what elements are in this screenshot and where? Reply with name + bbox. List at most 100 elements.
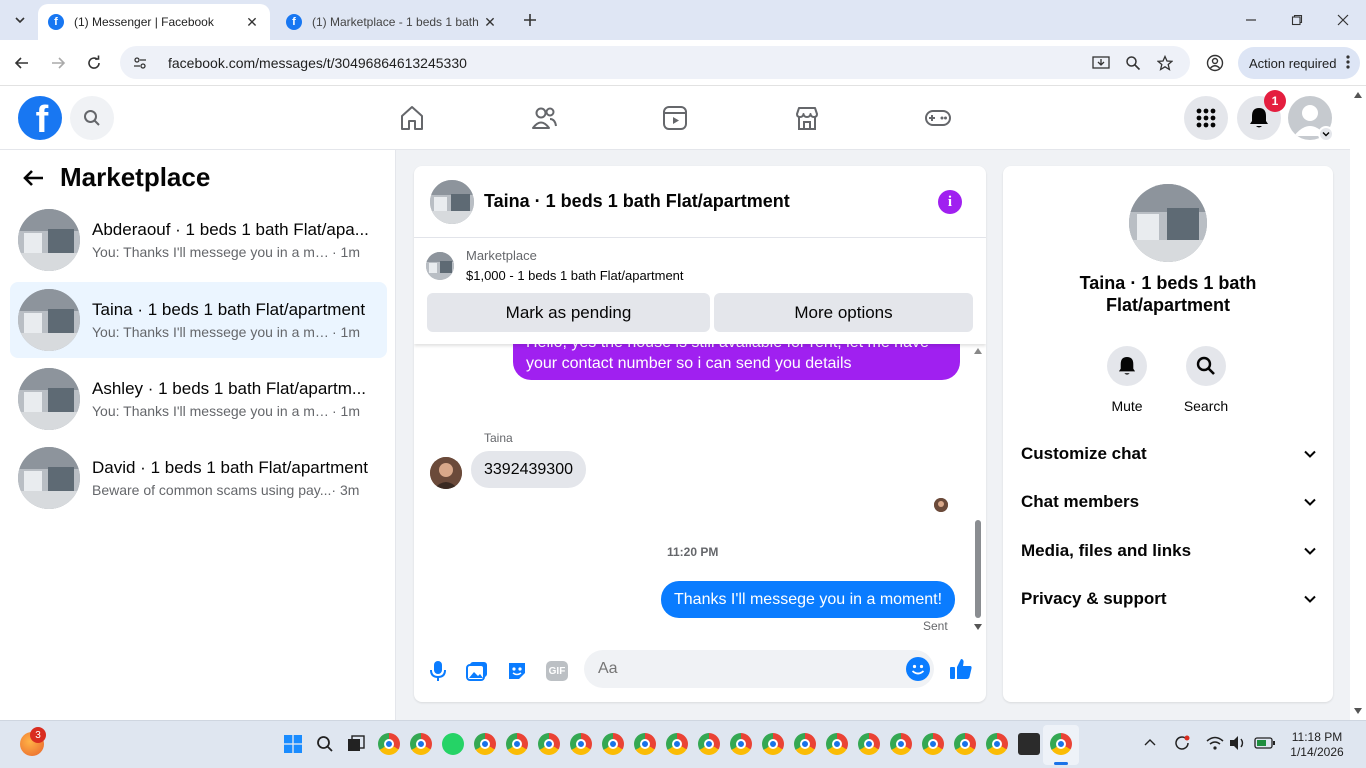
chrome-taskbar-icon[interactable]: [794, 733, 816, 755]
page-scrollbar[interactable]: [1350, 86, 1366, 720]
marketplace-icon[interactable]: [791, 102, 823, 134]
conversation-item[interactable]: David · 1 beds 1 bath Flat/apartment Bew…: [10, 440, 387, 516]
privacy-support-section[interactable]: Privacy & support: [1021, 584, 1317, 614]
tab-messenger[interactable]: f (1) Messenger | Facebook ✕: [38, 4, 270, 40]
sender-avatar[interactable]: [430, 457, 462, 489]
message-input[interactable]: [584, 650, 934, 688]
back-arrow-icon[interactable]: [22, 166, 46, 190]
conversation-name: Abderaouf · 1 beds 1 bath Flat/apa...: [92, 220, 369, 239]
tray-chevron-up-icon[interactable]: [1143, 736, 1157, 750]
chrome-taskbar-icon[interactable]: [410, 733, 432, 755]
task-view-icon[interactable]: [347, 735, 365, 753]
more-vertical-icon[interactable]: [1346, 54, 1350, 70]
media-files-links-section[interactable]: Media, files and links: [1021, 536, 1317, 566]
listing-price[interactable]: $1,000 - 1 beds 1 bath Flat/apartment: [466, 268, 684, 283]
action-required-button[interactable]: Action required: [1238, 47, 1360, 79]
conversation-item[interactable]: Ashley · 1 beds 1 bath Flat/apartm... Yo…: [10, 361, 387, 437]
chat-header[interactable]: Taina · 1 beds 1 bath Flat/apartment i: [414, 166, 986, 238]
conversation-snippet: You: Thanks I'll messege you in a mo...: [92, 244, 332, 260]
photo-icon[interactable]: [464, 658, 490, 684]
minimize-icon[interactable]: [1228, 0, 1274, 40]
taskbar-clock[interactable]: 11:18 PM 1/14/2026: [1284, 730, 1350, 760]
tab-close-icon[interactable]: ✕: [482, 14, 498, 30]
chat-scrollbar[interactable]: [972, 344, 984, 634]
microphone-icon[interactable]: [425, 658, 451, 684]
conversation-time: · 3m: [331, 482, 360, 498]
chrome-taskbar-icon[interactable]: [666, 733, 688, 755]
chrome-taskbar-icon[interactable]: [538, 733, 560, 755]
chrome-taskbar-icon[interactable]: [986, 733, 1008, 755]
tab-marketplace[interactable]: f (1) Marketplace - 1 beds 1 bath ✕: [276, 4, 508, 40]
more-options-button[interactable]: More options: [714, 293, 973, 332]
clock-time: 11:18 PM: [1291, 730, 1343, 744]
menu-grid-button[interactable]: [1184, 96, 1228, 140]
info-icon[interactable]: i: [938, 190, 962, 214]
window-close-icon[interactable]: [1320, 0, 1366, 40]
conversation-item[interactable]: Abderaouf · 1 beds 1 bath Flat/apa... Yo…: [10, 202, 387, 278]
thumbs-up-icon[interactable]: [948, 656, 974, 682]
conversation-snippet: You: Thanks I'll messege you in a mo...: [92, 403, 332, 419]
tab-close-icon[interactable]: ✕: [244, 14, 260, 30]
conversation-item-selected[interactable]: Taina · 1 beds 1 bath Flat/apartment You…: [10, 282, 387, 358]
chrome-taskbar-icon[interactable]: [730, 733, 752, 755]
windows-start-icon[interactable]: [284, 735, 302, 753]
gaming-icon[interactable]: [922, 102, 954, 134]
video-icon[interactable]: [659, 102, 691, 134]
address-bar[interactable]: facebook.com/messages/t/3049686461324533…: [120, 46, 1190, 79]
new-tab-plus-icon[interactable]: [518, 8, 542, 32]
listing-thumbnail[interactable]: [426, 252, 454, 280]
mark-as-pending-button[interactable]: Mark as pending: [427, 293, 710, 332]
install-app-icon[interactable]: [1087, 49, 1115, 77]
section-label: Chat members: [1021, 492, 1140, 511]
listing-banner: Marketplace $1,000 - 1 beds 1 bath Flat/…: [414, 238, 986, 344]
battery-icon[interactable]: [1254, 736, 1276, 750]
chrome-taskbar-icon[interactable]: [826, 733, 848, 755]
account-chevron-icon[interactable]: [1318, 126, 1334, 142]
sticker-icon[interactable]: [504, 658, 530, 684]
wifi-icon[interactable]: [1206, 735, 1224, 751]
facebook-logo-icon[interactable]: f: [18, 96, 62, 140]
chat-thumbnail: [430, 179, 474, 224]
chat-members-section[interactable]: Chat members: [1021, 487, 1317, 517]
search-icon: [84, 110, 100, 126]
friends-icon[interactable]: [528, 102, 560, 134]
sticky-notes-taskbar-icon[interactable]: [1018, 733, 1040, 755]
chrome-taskbar-icon[interactable]: [922, 733, 944, 755]
chrome-taskbar-icon[interactable]: [954, 733, 976, 755]
chrome-taskbar-icon[interactable]: [570, 733, 592, 755]
chrome-taskbar-icon[interactable]: [762, 733, 784, 755]
incoming-message[interactable]: 3392439300: [471, 451, 586, 488]
emoji-icon[interactable]: [906, 657, 930, 681]
facebook-search-button[interactable]: [70, 96, 114, 140]
whatsapp-taskbar-icon[interactable]: [442, 733, 464, 755]
search-in-conversation-button[interactable]: Search: [1176, 346, 1236, 414]
sync-icon[interactable]: [1173, 734, 1191, 752]
taskbar-search-icon[interactable]: [316, 735, 334, 753]
customize-chat-section[interactable]: Customize chat: [1021, 439, 1317, 469]
chrome-taskbar-icon[interactable]: [474, 733, 496, 755]
url-text: facebook.com/messages/t/3049686461324533…: [168, 54, 467, 71]
outgoing-message[interactable]: Hello, yes the house is still available …: [513, 344, 960, 380]
chrome-taskbar-icon[interactable]: [634, 733, 656, 755]
reload-icon[interactable]: [80, 49, 108, 77]
chrome-taskbar-icon[interactable]: [378, 733, 400, 755]
tab-search-chevron-icon[interactable]: [8, 8, 32, 32]
restore-icon[interactable]: [1274, 0, 1320, 40]
chrome-taskbar-icon[interactable]: [698, 733, 720, 755]
gif-icon[interactable]: GIF: [544, 658, 570, 684]
chrome-taskbar-icon-active[interactable]: [1050, 733, 1072, 755]
chrome-taskbar-icon[interactable]: [506, 733, 528, 755]
chrome-taskbar-icon[interactable]: [858, 733, 880, 755]
forward-arrow-icon[interactable]: [44, 49, 72, 77]
chrome-taskbar-icon[interactable]: [890, 733, 912, 755]
home-icon[interactable]: [396, 102, 428, 134]
profile-icon[interactable]: [1201, 49, 1229, 77]
site-settings-icon[interactable]: [132, 55, 154, 71]
back-arrow-icon[interactable]: [8, 49, 36, 77]
mute-button[interactable]: Mute: [1097, 346, 1157, 414]
volume-icon[interactable]: [1229, 735, 1247, 751]
chrome-taskbar-icon[interactable]: [602, 733, 624, 755]
outgoing-message[interactable]: Thanks I'll messege you in a moment!: [661, 581, 956, 618]
bookmark-star-icon[interactable]: [1151, 49, 1179, 77]
zoom-icon[interactable]: [1119, 49, 1147, 77]
